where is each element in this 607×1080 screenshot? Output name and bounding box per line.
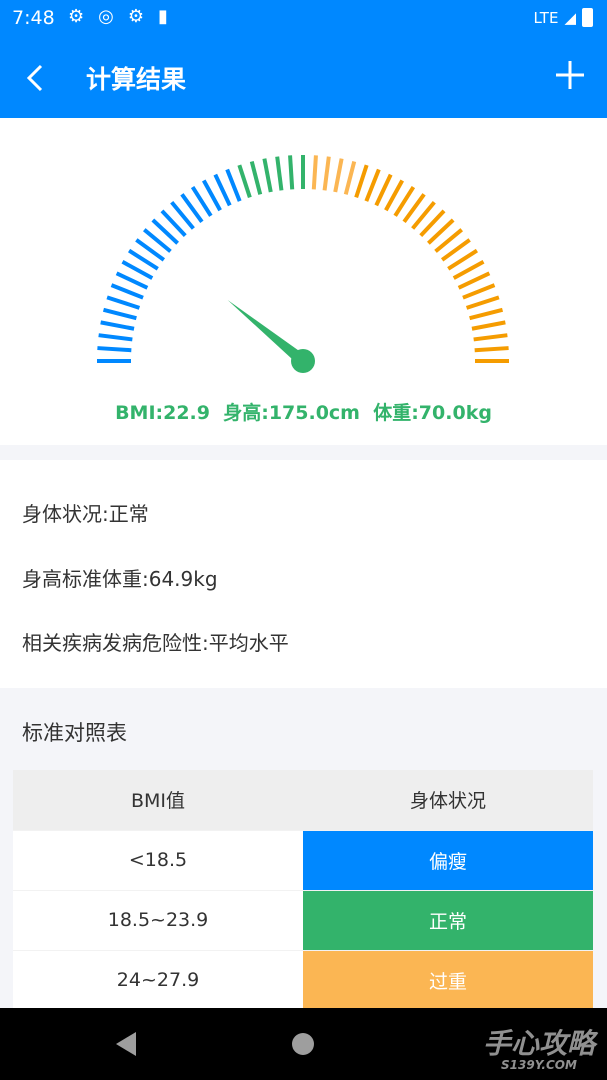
gauge-tick (364, 168, 381, 202)
back-nav-icon[interactable] (116, 1032, 136, 1056)
standard-weight: 身高标准体重:64.9kg (22, 567, 218, 591)
sd-card-icon: ▮ (158, 6, 168, 27)
bmi-range: <18.5 (13, 829, 303, 890)
gauge-tick (98, 333, 133, 342)
gauge-tick (225, 168, 242, 202)
gauge-tick (237, 164, 252, 199)
gauge-tick (110, 283, 144, 300)
gauge-tick (473, 333, 508, 342)
status-cell: 过重 (303, 949, 593, 1010)
battery-icon (582, 8, 593, 27)
bmi-range: 24~27.9 (13, 949, 303, 1010)
gauge-tick (213, 173, 232, 207)
gauge-tick (115, 271, 149, 290)
header-bmi: BMI值 (13, 770, 303, 830)
body-status: 身体状况:正常 (22, 502, 149, 526)
navigation-bar: 手心攻略 S139Y.COM (0, 1008, 607, 1080)
gauge-tick (469, 307, 504, 321)
gauge-tick (262, 158, 273, 193)
signal-icon: ◢ (564, 8, 576, 27)
status-bar: 7:48 ⚙ ◎ ⚙ ▮ LTE ◢ (0, 0, 607, 36)
chevron-left-icon[interactable] (22, 58, 52, 98)
vpn-icon: ◎ (98, 6, 114, 27)
gauge-tick (465, 295, 500, 310)
gear-icon: ⚙ (68, 6, 85, 27)
gauge-tick (374, 173, 393, 207)
gauge-tick (471, 320, 506, 331)
gauge-tick (474, 346, 509, 353)
gauge-tick (249, 160, 263, 195)
status-cell: 偏瘦 (303, 829, 593, 890)
home-nav-icon[interactable] (292, 1033, 314, 1055)
gauge-tick (97, 346, 132, 353)
gauge-pivot (291, 349, 315, 373)
watermark-logo: 手心攻略 S139Y.COM (482, 1027, 595, 1072)
page-title: 计算结果 (86, 65, 187, 94)
table-row: <18.5 偏瘦 (13, 829, 593, 890)
gauge-tick (462, 283, 496, 300)
gauge-tick (102, 307, 137, 321)
gauge-tick (457, 271, 491, 290)
network-type: LTE (533, 8, 559, 27)
plus-icon[interactable] (555, 60, 585, 90)
gauge-tick (106, 295, 141, 310)
bmi-summary: BMI:22.9 身高:175.0cm 体重:70.0kg (115, 402, 492, 424)
gauge-tick (288, 155, 295, 190)
gauge-tick (275, 156, 284, 191)
status-cell: 正常 (303, 889, 593, 950)
gauge-tick (333, 158, 344, 193)
gauge-tick (354, 164, 369, 199)
clock: 7:48 (12, 7, 55, 29)
disease-risk: 相关疾病发病危险性:平均水平 (22, 631, 289, 655)
gauge-tick (322, 156, 331, 191)
gauge-dial (97, 155, 509, 373)
table-row: 18.5~23.9 正常 (13, 889, 593, 950)
reference-title: 标准对照表 (22, 721, 127, 745)
reference-table: BMI值 身体状况 <18.5 偏瘦 18.5~23.9 正常 24~27.9 过重 (13, 770, 593, 1010)
gauge-tick (100, 320, 135, 331)
gauge-tick (343, 160, 357, 195)
bmi-range: 18.5~23.9 (13, 889, 303, 950)
data-saver-icon: ⚙ (127, 6, 144, 27)
table-row: 24~27.9 过重 (13, 949, 593, 1010)
header-status: 身体状况 (303, 770, 593, 830)
bmi-gauge: BMI:22.9 身高:175.0cm 体重:70.0kg (0, 118, 607, 445)
result-info: 身体状况:正常 身高标准体重:64.9kg 相关疾病发病危险性:平均水平 (0, 460, 607, 688)
app-bar: 计算结果 (0, 36, 607, 118)
gauge-tick (311, 155, 318, 190)
